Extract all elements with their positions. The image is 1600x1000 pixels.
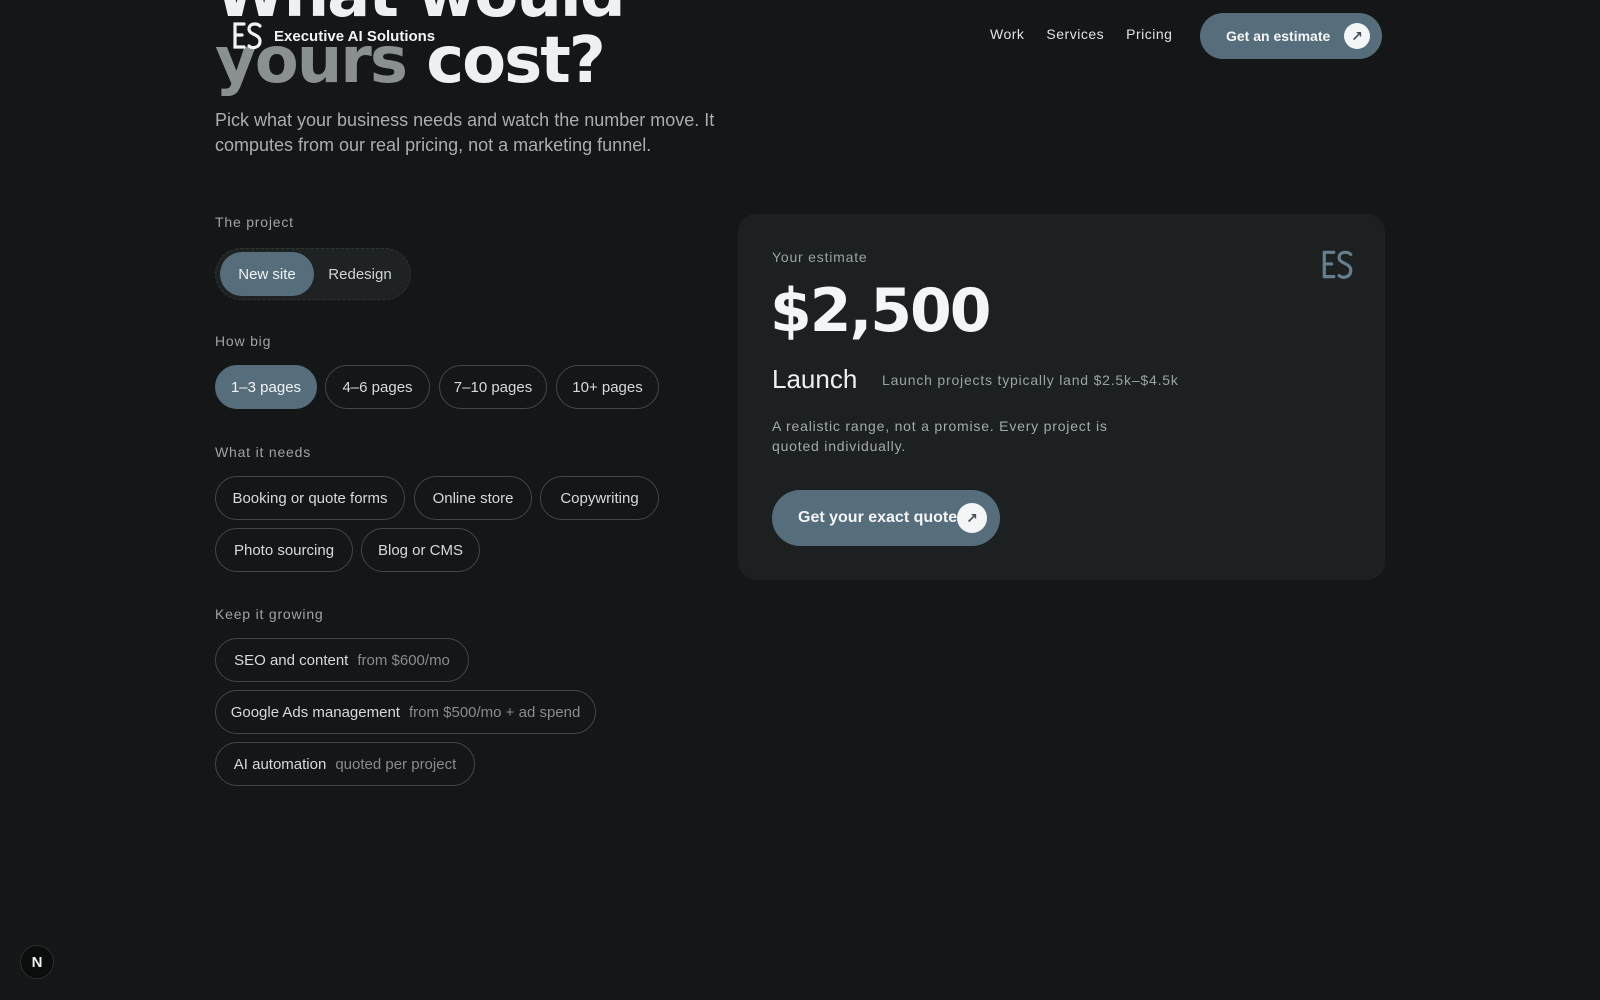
- size-option-1-3[interactable]: 1–3 pages: [215, 365, 317, 409]
- project-option-redesign[interactable]: Redesign: [314, 252, 406, 296]
- size-label: How big: [215, 333, 272, 349]
- estimate-card: Your estimate $2,500 Launch Launch proje…: [738, 214, 1385, 580]
- growth-option-google-ads[interactable]: Google Ads management from $500/mo + ad …: [215, 690, 596, 734]
- size-option-7-10[interactable]: 7–10 pages: [439, 365, 547, 409]
- arrow-up-right-icon: ↗: [1344, 23, 1370, 49]
- site-header: Executive AI Solutions Work Services Pri…: [0, 0, 1600, 72]
- get-exact-quote-label: Get your exact quote: [798, 509, 958, 526]
- need-option-booking-forms[interactable]: Booking or quote forms: [215, 476, 405, 520]
- next-dev-badge[interactable]: N: [20, 945, 54, 979]
- estimate-tier: Launch: [772, 364, 858, 394]
- growth-option-ai-automation-price: quoted per project: [335, 755, 457, 773]
- growth-option-seo[interactable]: SEO and content from $600/mo: [215, 638, 469, 682]
- need-option-photo-sourcing[interactable]: Photo sourcing: [215, 528, 353, 572]
- estimate-price: $2,500: [770, 276, 992, 346]
- growth-option-ai-automation-name: AI automation: [233, 755, 327, 773]
- growth-option-seo-name: SEO and content: [234, 651, 349, 669]
- brand-name: Executive AI Solutions: [274, 27, 436, 45]
- get-estimate-button[interactable]: Get an estimate ↗: [1200, 13, 1382, 59]
- growth-option-google-ads-price: from $500/mo + ad spend: [408, 703, 581, 721]
- ea-monogram-icon: [233, 22, 262, 50]
- nav-link-pricing[interactable]: Pricing: [1126, 26, 1172, 42]
- growth-option-google-ads-name: Google Ads management: [230, 703, 400, 721]
- get-estimate-label: Get an estimate: [1226, 28, 1331, 44]
- estimate-disclaimer: A realistic range, not a promise. Every …: [772, 418, 1108, 454]
- need-option-online-store[interactable]: Online store: [414, 476, 532, 520]
- growing-label: Keep it growing: [215, 606, 324, 622]
- needs-label: What it needs: [215, 444, 311, 460]
- size-option-4-6[interactable]: 4–6 pages: [325, 365, 430, 409]
- project-type-toggle: New site Redesign: [215, 248, 411, 300]
- estimate-tier-note: Launch projects typically land $2.5k–$4.…: [882, 372, 1179, 388]
- brand-logo-link[interactable]: Executive AI Solutions: [230, 20, 435, 52]
- estimate-label: Your estimate: [772, 249, 868, 265]
- size-option-10-plus[interactable]: 10+ pages: [556, 365, 659, 409]
- need-option-copywriting[interactable]: Copywriting: [540, 476, 659, 520]
- nav-link-work[interactable]: Work: [990, 26, 1024, 42]
- project-label: The project: [215, 214, 294, 230]
- growth-option-seo-price: from $600/mo: [357, 651, 450, 669]
- main-nav: Work Services Pricing: [990, 26, 1172, 42]
- page-subtitle: Pick what your business needs and watch …: [215, 110, 715, 155]
- arrow-up-right-icon: ↗: [957, 503, 987, 533]
- project-option-new-site[interactable]: New site: [220, 252, 314, 296]
- growth-option-ai-automation[interactable]: AI automation quoted per project: [215, 742, 475, 786]
- nav-link-services[interactable]: Services: [1046, 26, 1104, 42]
- ea-monogram-icon: [1322, 250, 1353, 279]
- get-exact-quote-button[interactable]: Get your exact quote ↗: [772, 490, 1000, 546]
- need-option-blog-cms[interactable]: Blog or CMS: [361, 528, 480, 572]
